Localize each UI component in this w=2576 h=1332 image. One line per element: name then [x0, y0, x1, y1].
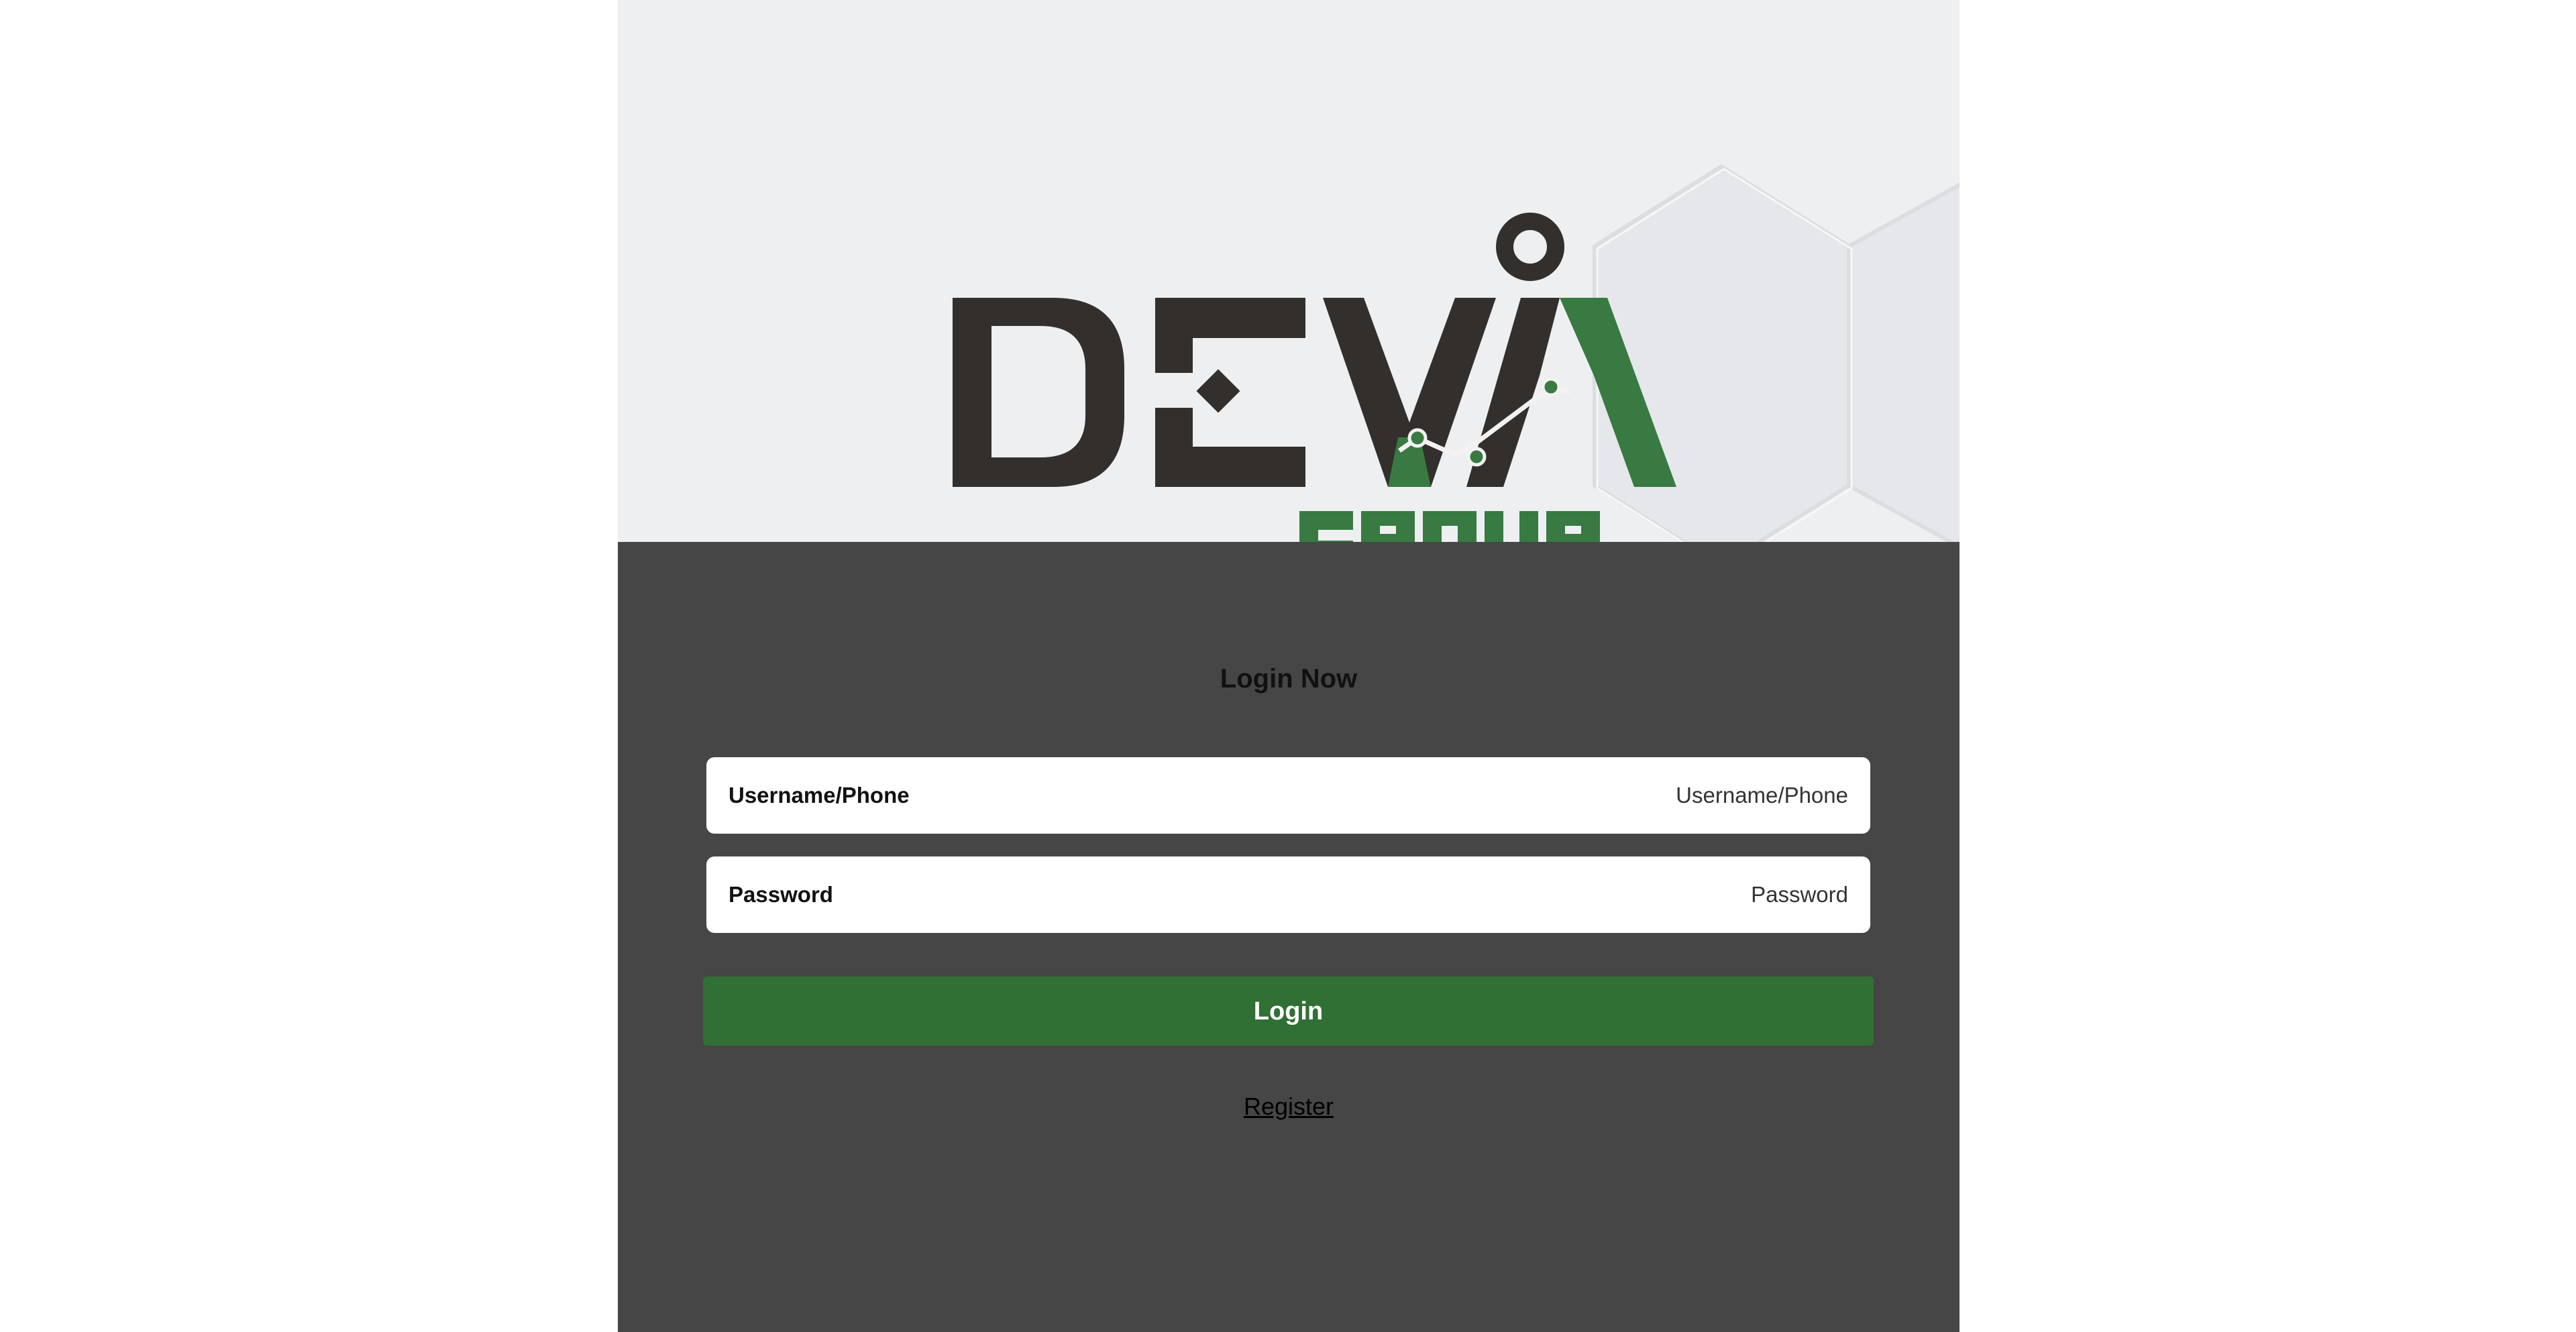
register-link-container: Register	[618, 1091, 1960, 1123]
password-input[interactable]	[1244, 856, 1848, 933]
logo-letter-a-right	[1560, 298, 1676, 487]
deva-group-logo	[953, 213, 1676, 542]
username-label: Username/Phone	[729, 783, 910, 808]
password-field[interactable]: Password	[706, 856, 1870, 933]
logo-diamond	[1196, 369, 1240, 413]
logo-letter-d	[953, 298, 1124, 487]
username-field[interactable]: Username/Phone	[706, 757, 1870, 834]
logo-group-wordmark	[1299, 511, 1600, 542]
page-title: Login Now	[1220, 664, 1358, 693]
logo-ring	[1496, 213, 1564, 281]
app-container: Login Now Username/Phone Password Login …	[618, 0, 1960, 1332]
login-button[interactable]: Login	[703, 977, 1874, 1046]
password-label: Password	[729, 882, 833, 907]
username-input[interactable]	[1244, 757, 1848, 834]
login-panel: Login Now Username/Phone Password Login …	[618, 542, 1960, 1332]
register-link[interactable]: Register	[1244, 1093, 1334, 1120]
hero-banner	[618, 0, 1960, 542]
